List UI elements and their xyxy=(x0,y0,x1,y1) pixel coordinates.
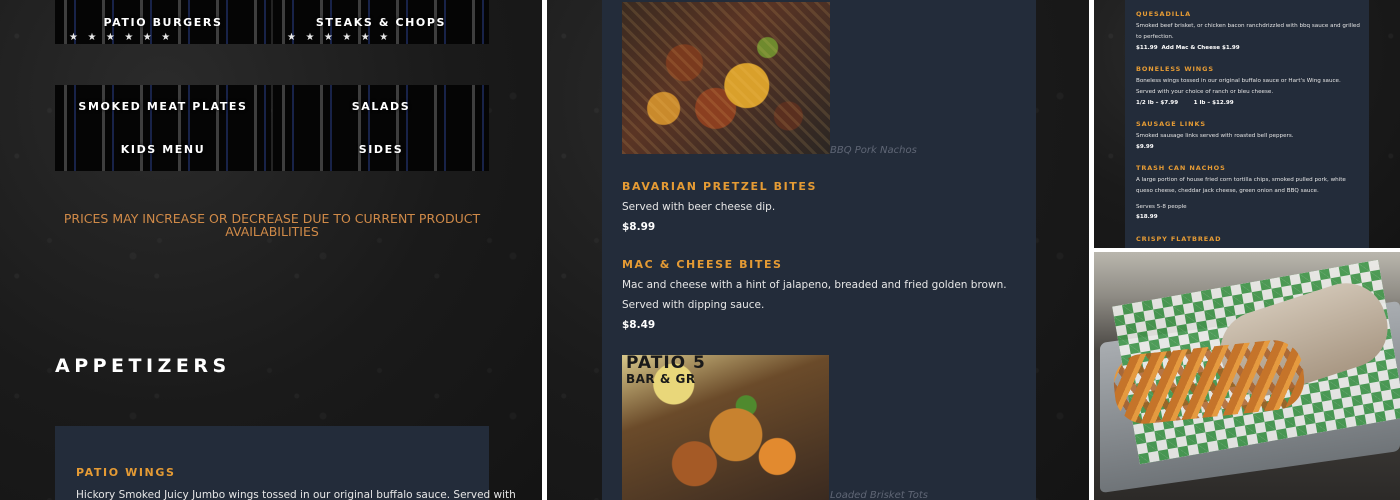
category-steaks-chops-button[interactable]: STEAKS & CHOPS xyxy=(273,0,489,44)
menu-item-description: Smoked beef brisket, or chicken bacon ra… xyxy=(1136,23,1360,40)
right-menu-panel: QUESADILLA Smoked beef brisket, or chick… xyxy=(1094,0,1400,248)
menu-item-title: BONELESS WINGS xyxy=(1136,65,1214,73)
category-label: SMOKED MEAT PLATES xyxy=(78,100,248,113)
left-menu-panel: PATIO BURGERS STEAKS & CHOPS SMOKED MEAT… xyxy=(0,0,542,500)
bbq-pork-nachos-photo xyxy=(622,2,830,154)
menu-item-title: TRASH CAN NACHOS xyxy=(1136,164,1226,172)
wrap-and-fries-photo xyxy=(1094,252,1400,500)
logo-text-line2: BAR & GR xyxy=(626,372,696,386)
menu-item-title: PATIO WINGS xyxy=(76,466,176,479)
menu-item-title: SAUSAGE LINKS xyxy=(1136,120,1206,128)
photo-caption: BBQ Pork Nachos xyxy=(830,145,917,156)
menu-item-description: Served with beer cheese dip. xyxy=(622,201,776,213)
loaded-brisket-tots-photo: PATIO 5 BAR & GR xyxy=(622,355,829,500)
menu-item-price: $9.99 xyxy=(1136,144,1154,150)
category-label: SALADS xyxy=(351,100,411,113)
menu-item-price: $8.99 xyxy=(622,221,656,233)
category-label: KIDS MENU xyxy=(120,143,206,156)
category-kids-menu-button[interactable]: KIDS MENU xyxy=(55,128,271,171)
price-notice: PRICES MAY INCREASE OR DECREASE DUE TO C… xyxy=(63,211,481,239)
menu-item-price: $18.99 xyxy=(1136,214,1158,220)
middle-menu-panel: BBQ Pork Nachos BAVARIAN PRETZEL BITES S… xyxy=(547,0,1089,500)
category-grid-mid: SMOKED MEAT PLATES SALADS KIDS MENU SIDE… xyxy=(55,85,489,171)
menu-card: QUESADILLA Smoked beef brisket, or chick… xyxy=(1125,0,1369,248)
menu-item-price: $11.99 Add Mac & Cheese $1.99 xyxy=(1136,45,1240,51)
patio-logo-cup: PATIO 5 BAR & GR xyxy=(626,355,706,387)
category-salads-button[interactable]: SALADS xyxy=(273,85,489,128)
menu-item-serves: Serves 5-8 people xyxy=(1136,204,1187,210)
photo-caption: Loaded Brisket Tots xyxy=(830,490,928,500)
menu-item-description: Mac and cheese with a hint of jalapeno, … xyxy=(622,279,1007,311)
category-grid-top: PATIO BURGERS STEAKS & CHOPS xyxy=(55,0,489,44)
category-smoked-meat-plates-button[interactable]: SMOKED MEAT PLATES xyxy=(55,85,271,128)
menu-item-description: A large portion of house fried corn tort… xyxy=(1136,177,1346,194)
category-label: STEAKS & CHOPS xyxy=(315,15,447,29)
menu-item-price: 1/2 lb – $7.99 1 lb – $12.99 xyxy=(1136,100,1234,106)
menu-item-description: Smoked sausage links served with roasted… xyxy=(1136,133,1294,139)
menu-item-price: $8.49 xyxy=(622,319,656,331)
menu-item-description: Hickory Smoked Juicy Jumbo wings tossed … xyxy=(76,489,516,500)
menu-item-title: MAC & CHEESE BITES xyxy=(622,258,783,271)
menu-card: PATIO WINGS Hickory Smoked Juicy Jumbo w… xyxy=(55,426,516,500)
category-sides-button[interactable]: SIDES xyxy=(273,128,489,171)
category-label: SIDES xyxy=(358,143,404,156)
menu-item-title: CRISPY FLATBREAD xyxy=(1136,235,1222,243)
section-title-appetizers: APPETIZERS xyxy=(55,355,231,377)
menu-item-description: Boneless wings tossed in our original bu… xyxy=(1136,78,1341,95)
category-label: PATIO BURGERS xyxy=(103,15,223,29)
menu-item-title: QUESADILLA xyxy=(1136,10,1192,18)
menu-item-title: BAVARIAN PRETZEL BITES xyxy=(622,180,818,193)
category-patio-burgers-button[interactable]: PATIO BURGERS xyxy=(55,0,271,44)
